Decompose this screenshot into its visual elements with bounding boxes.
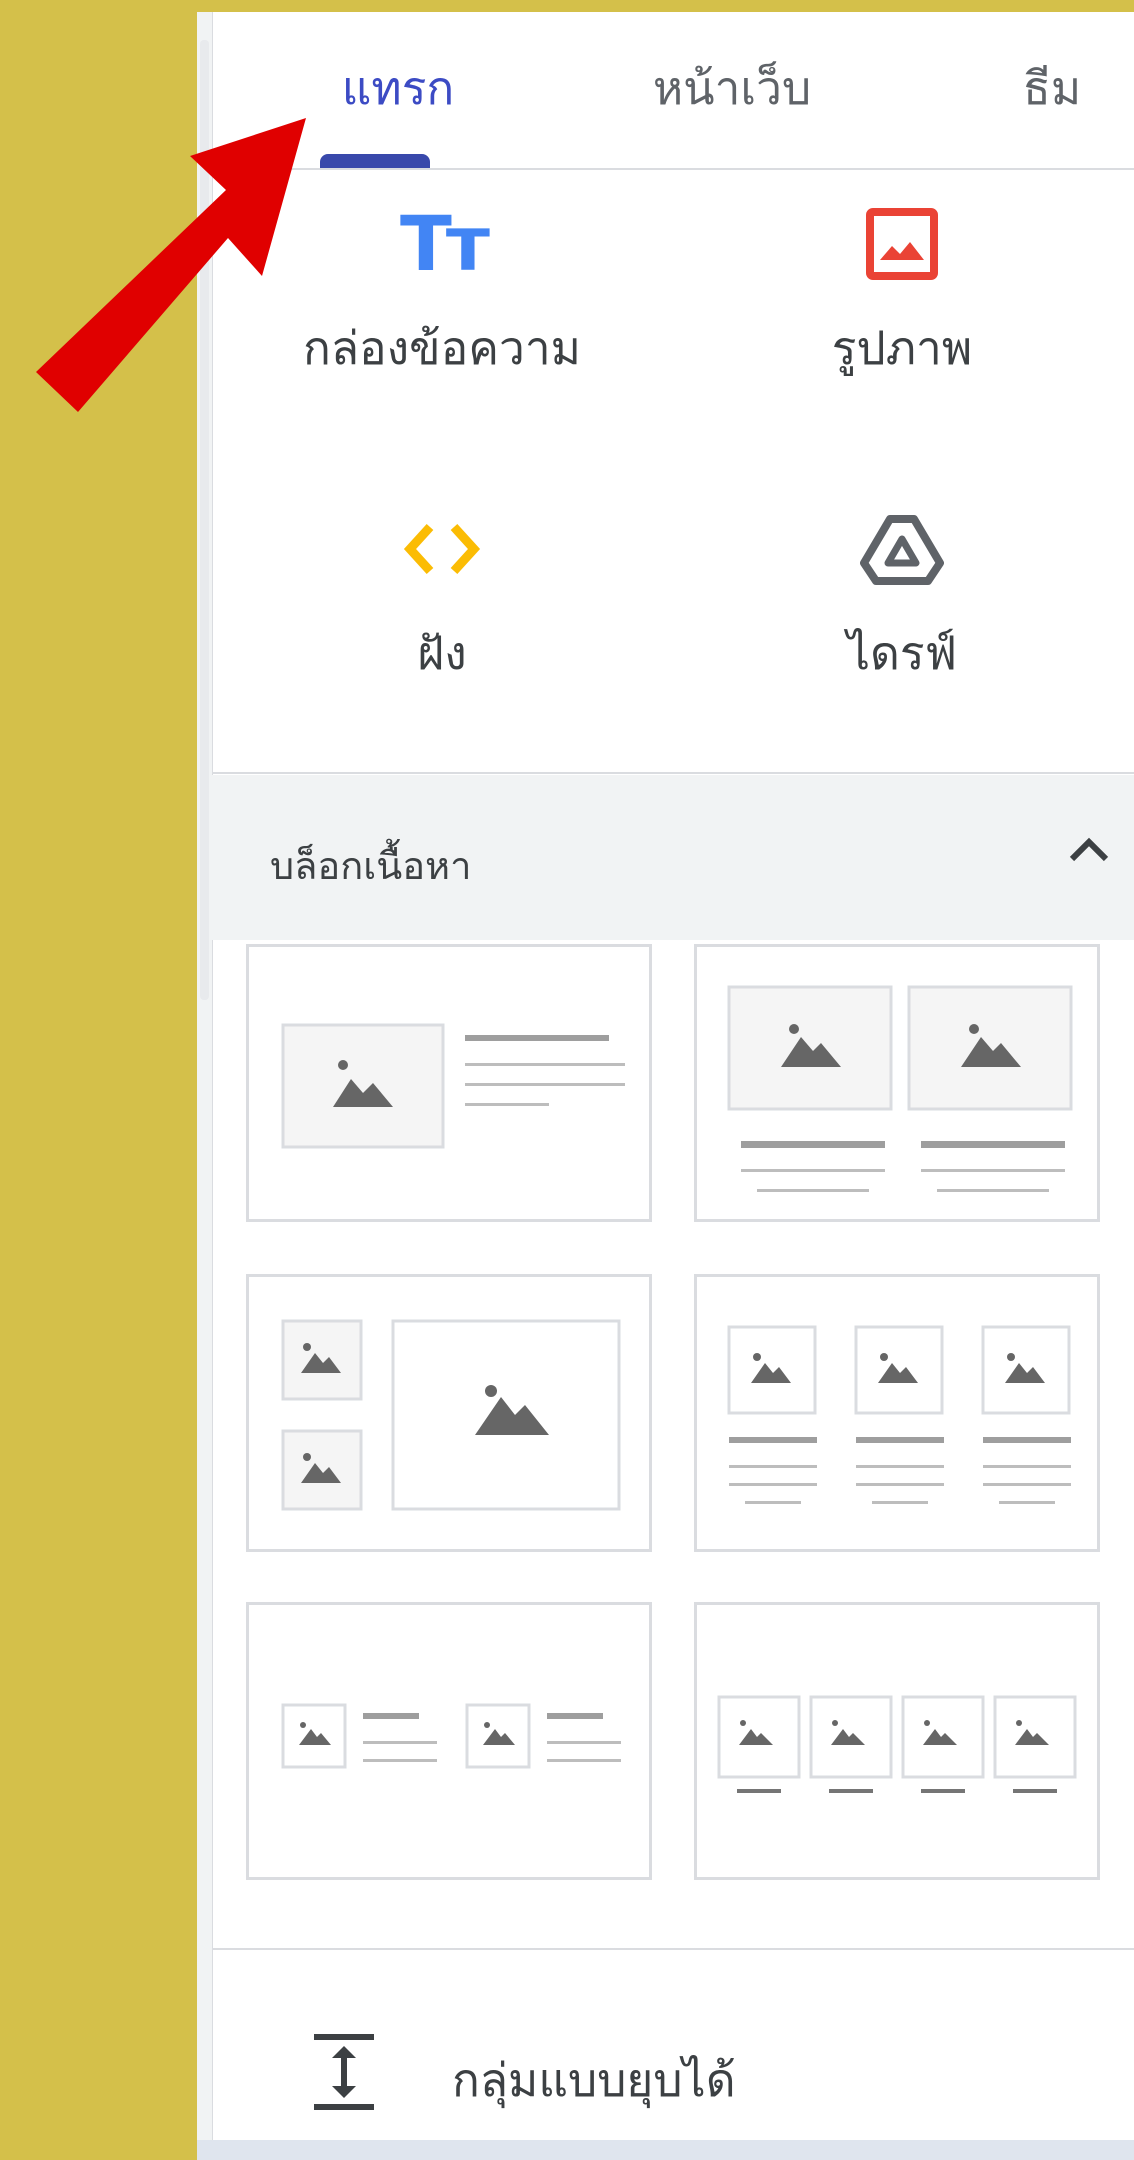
content-block-image-gallery[interactable] bbox=[246, 1274, 652, 1552]
bottom-strip bbox=[197, 2140, 1134, 2160]
content-block-image-text[interactable] bbox=[246, 944, 652, 1222]
section-divider bbox=[212, 772, 1134, 774]
drive-label: ไดรฟ์ bbox=[846, 626, 958, 680]
content-block-three-columns[interactable] bbox=[694, 1274, 1100, 1552]
layout-gallery-icon bbox=[281, 1319, 621, 1511]
tab-themes[interactable]: ธีม bbox=[982, 52, 1122, 125]
collapsible-expand-icon bbox=[314, 2034, 374, 2110]
layout-two-image-text-icon bbox=[281, 1703, 621, 1769]
content-block-four-columns[interactable] bbox=[694, 1602, 1100, 1880]
collapsible-group-label: กลุ่มแบบยุบได้ bbox=[452, 2053, 736, 2107]
content-blocks-title: บล็อกเนื้อหา bbox=[270, 844, 472, 888]
chevron-up-icon[interactable] bbox=[1064, 825, 1114, 875]
insert-embed-button[interactable]: ฝัง bbox=[212, 505, 672, 690]
text-box-icon: Tт bbox=[400, 199, 490, 288]
text-box-label: กล่องข้อความ bbox=[303, 321, 581, 375]
layout-four-columns-icon bbox=[717, 1695, 1077, 1793]
insert-drive-button[interactable]: ไดรฟ์ bbox=[672, 505, 1132, 690]
layout-image-text-icon bbox=[281, 1023, 625, 1149]
embed-label: ฝัง bbox=[417, 626, 467, 680]
insert-collapsible-group-button[interactable]: กลุ่มแบบยุบได้ bbox=[212, 1950, 1134, 2160]
layout-three-columns-icon bbox=[727, 1325, 1071, 1504]
tab-insert[interactable]: แทรก bbox=[312, 52, 484, 125]
top-band bbox=[197, 0, 1134, 12]
panel-scrollbar[interactable] bbox=[197, 0, 213, 2160]
tab-pages[interactable]: หน้าเว็บ bbox=[602, 52, 862, 125]
insert-text-box-button[interactable]: Tт กล่องข้อความ bbox=[212, 200, 672, 385]
content-blocks-header[interactable]: บล็อกเนื้อหา bbox=[212, 775, 1134, 940]
layout-two-images-icon bbox=[727, 985, 1073, 1192]
image-icon bbox=[866, 208, 938, 280]
panel-tabs: แทรก หน้าเว็บ ธีม bbox=[212, 12, 1134, 170]
images-label: รูปภาพ bbox=[831, 321, 973, 375]
content-block-two-image-text[interactable] bbox=[246, 1602, 652, 1880]
drive-icon bbox=[860, 515, 944, 585]
content-block-two-images[interactable] bbox=[694, 944, 1100, 1222]
insert-images-button[interactable]: รูปภาพ bbox=[672, 200, 1132, 385]
embed-code-icon bbox=[403, 523, 481, 575]
active-tab-indicator bbox=[320, 154, 430, 168]
